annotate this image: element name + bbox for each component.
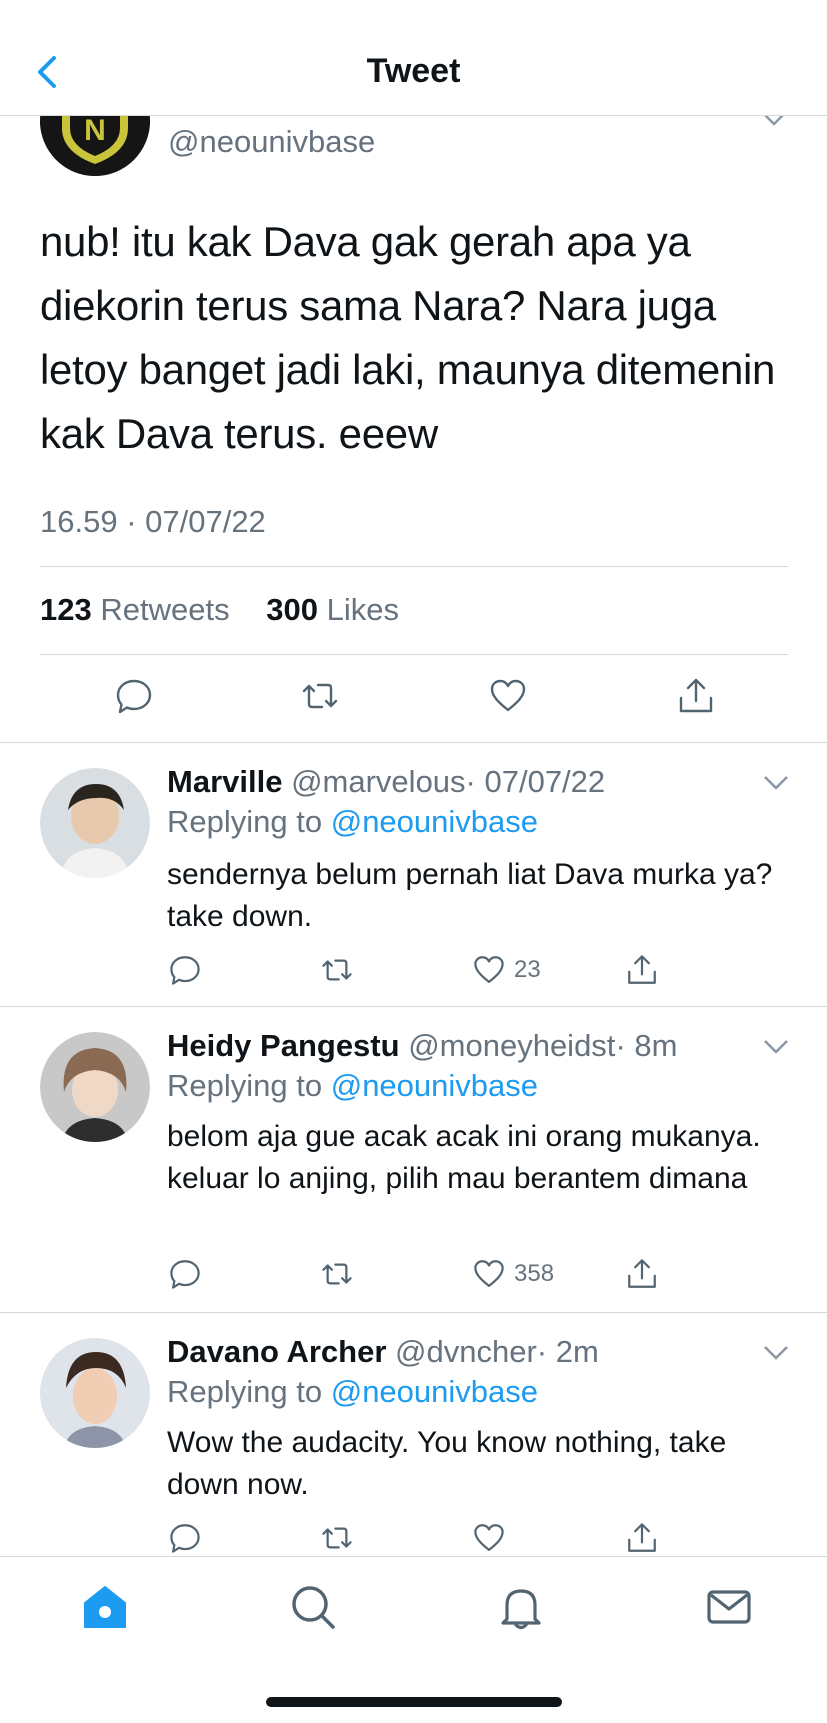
- share-icon: [628, 1523, 656, 1552]
- avatar[interactable]: [40, 768, 150, 878]
- main-tweet-timestamp: 16.59 · 07/07/22: [40, 504, 266, 539]
- chevron-down-icon[interactable]: [762, 1344, 790, 1362]
- retweets-count: 123: [40, 592, 92, 627]
- like-count: 358: [514, 1260, 555, 1287]
- heart-icon: [474, 1260, 504, 1288]
- share-button[interactable]: [625, 1256, 659, 1292]
- replying-mention[interactable]: @neounivbase: [331, 1374, 538, 1409]
- reply-author-handle[interactable]: @dvncher: [395, 1334, 537, 1369]
- reply-header: Marville @marvelous· 07/07/22: [167, 764, 605, 800]
- replying-mention[interactable]: @neounivbase: [331, 1068, 538, 1103]
- like-button[interactable]: 358: [472, 1256, 554, 1292]
- likes-stat[interactable]: 300 Likes: [266, 592, 413, 627]
- reply-bubble-icon: [170, 1260, 200, 1289]
- reply-bubble-icon: [170, 1524, 200, 1553]
- retweets-label: Retweets: [100, 592, 230, 627]
- reply-bubble-icon[interactable]: [114, 676, 154, 716]
- mail-icon[interactable]: [705, 1583, 753, 1631]
- main-tweet-actions: [0, 676, 827, 722]
- reply-time: · 07/07/22: [465, 764, 606, 799]
- replying-label: Replying to: [167, 1068, 323, 1103]
- reply-author-name[interactable]: Marville: [167, 764, 282, 799]
- chevron-down-icon[interactable]: [762, 1038, 790, 1056]
- retweet-button[interactable]: [320, 952, 354, 988]
- replying-mention[interactable]: @neounivbase: [331, 804, 538, 839]
- like-count: 23: [514, 956, 541, 983]
- page-title: Tweet: [366, 52, 461, 90]
- share-button[interactable]: [625, 1520, 659, 1556]
- retweet-button[interactable]: [320, 1520, 354, 1556]
- reply-time: · 2m: [536, 1334, 599, 1369]
- reply-text: belom aja gue acak acak ini orang mukany…: [167, 1120, 761, 1195]
- retweet-icon[interactable]: [300, 676, 340, 716]
- heart-icon[interactable]: [488, 676, 528, 716]
- replying-label: Replying to: [167, 804, 323, 839]
- replying-label: Replying to: [167, 1374, 323, 1409]
- likes-count: 300: [266, 592, 318, 627]
- tweet-stats: 123 Retweets 300 Likes: [40, 592, 427, 628]
- retweet-button[interactable]: [320, 1256, 354, 1292]
- share-button[interactable]: [625, 952, 659, 988]
- top-nav: Tweet: [0, 0, 827, 116]
- retweet-icon: [322, 1263, 352, 1285]
- svg-text:N: N: [84, 114, 106, 147]
- reply-header: Heidy Pangestu @moneyheidst· 8m: [167, 1028, 677, 1064]
- divider: [40, 566, 788, 567]
- retweet-icon: [322, 1527, 352, 1549]
- heart-icon: [474, 956, 504, 984]
- divider: [0, 1006, 827, 1007]
- share-icon: [628, 955, 656, 984]
- reply-text: sendernya belum pernah liat Dava murka y…: [167, 858, 773, 933]
- reply-header: Davano Archer @dvncher· 2m: [167, 1334, 599, 1370]
- like-button[interactable]: [472, 1520, 514, 1556]
- reply-author-handle[interactable]: @marvelous: [291, 764, 465, 799]
- chevron-down-icon[interactable]: [762, 774, 790, 792]
- share-icon[interactable]: [676, 676, 716, 716]
- avatar[interactable]: [40, 1032, 150, 1142]
- replying-to: Replying to @neounivbase: [167, 1374, 538, 1410]
- like-button[interactable]: 23: [472, 952, 541, 988]
- divider: [0, 1312, 827, 1313]
- search-icon[interactable]: [289, 1583, 337, 1631]
- reply-author-name[interactable]: Davano Archer: [167, 1334, 386, 1369]
- main-tweet-handle[interactable]: @neounivbase: [168, 124, 375, 160]
- retweet-icon: [322, 959, 352, 981]
- reply-author-handle[interactable]: @moneyheidst: [408, 1028, 615, 1063]
- avatar[interactable]: [40, 1338, 150, 1448]
- reply-time: · 8m: [615, 1028, 678, 1063]
- share-icon: [628, 1259, 656, 1288]
- reply-text: Wow the audacity. You know nothing, take…: [167, 1426, 727, 1501]
- likes-label: Likes: [326, 592, 399, 627]
- bell-icon[interactable]: [497, 1583, 545, 1631]
- home-indicator[interactable]: [266, 1697, 562, 1707]
- divider: [40, 654, 788, 655]
- reply-button[interactable]: [168, 1520, 202, 1556]
- replying-to: Replying to @neounivbase: [167, 804, 538, 840]
- reply-button[interactable]: [168, 952, 202, 988]
- replying-to: Replying to @neounivbase: [167, 1068, 538, 1104]
- reply-button[interactable]: [168, 1256, 202, 1292]
- divider: [0, 742, 827, 743]
- main-tweet-text: nub! itu kak Dava gak gerah apa ya dieko…: [40, 218, 776, 457]
- heart-icon: [474, 1524, 504, 1552]
- reply-bubble-icon: [170, 956, 200, 985]
- reply-author-name[interactable]: Heidy Pangestu: [167, 1028, 400, 1063]
- home-icon[interactable]: [81, 1583, 129, 1631]
- retweets-stat[interactable]: 123 Retweets: [40, 592, 244, 627]
